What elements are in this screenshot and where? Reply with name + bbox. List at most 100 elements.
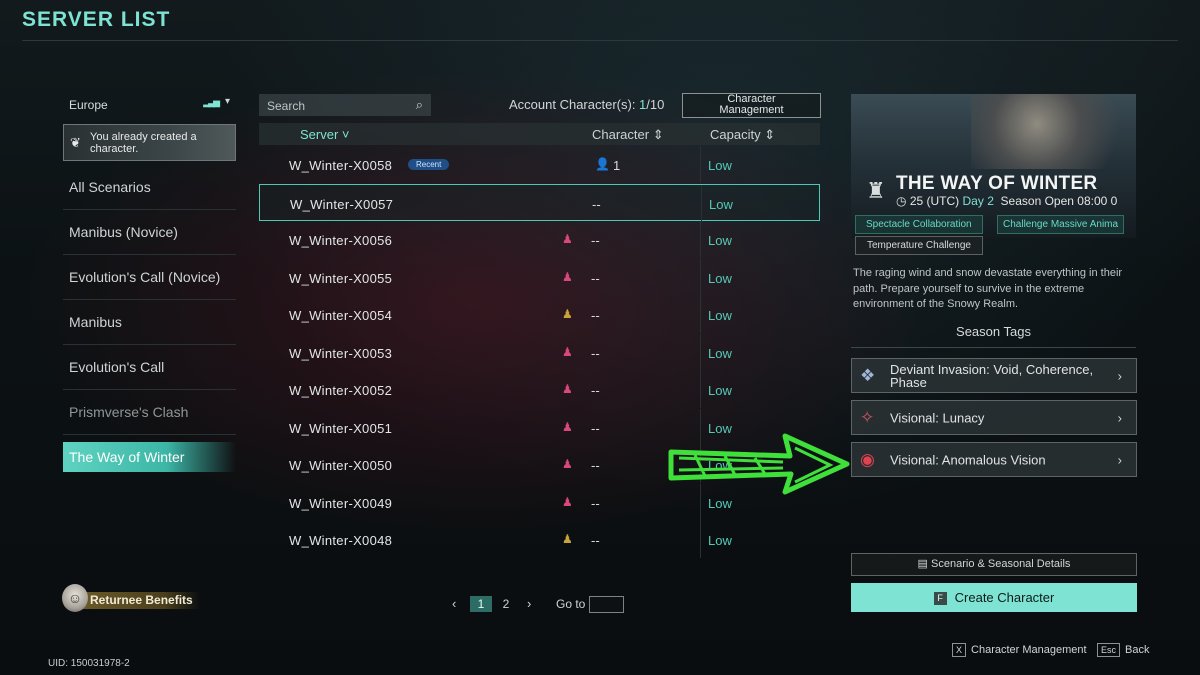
character-count: -- (591, 270, 600, 286)
capacity-value: Low (708, 308, 732, 323)
clock-icon: ◷ (896, 194, 907, 208)
scenario-label: Evolution's Call (69, 359, 165, 375)
hint-key: X (952, 643, 967, 657)
character-count: -- (591, 345, 600, 361)
scenario-figure-icon: ♟ (562, 419, 573, 434)
scenario-evolutions-call-novice[interactable]: Evolution's Call (Novice) (63, 255, 236, 300)
table-row[interactable]: W_Winter-X0056 ♟ -- Low (259, 221, 820, 258)
region-label: Europe (69, 98, 108, 112)
returnee-label: Returnee Benefits (90, 593, 193, 607)
scenario-label: Manibus (Novice) (69, 224, 178, 240)
character-created-notice: ❦ You already created a character. (63, 124, 236, 161)
table-row[interactable]: W_Winter-X0057 -- Low (259, 183, 820, 222)
scenario-figure-icon: ♟ (562, 307, 573, 321)
server-name: W_Winter-X0048 (289, 533, 393, 548)
season-tag-chip: Spectacle Collaboration (855, 215, 983, 234)
scenario-figure-icon: ♟ (562, 382, 573, 396)
scenario-manibus-novice[interactable]: Manibus (Novice) (63, 210, 236, 255)
pagination: ‹ 1 2 › Go to (450, 596, 630, 614)
season-tag-visional-lunacy[interactable]: ✧ Visional: Lunacy › (851, 400, 1137, 435)
character-count: -- (592, 196, 601, 212)
details-icon: ▤ (917, 558, 928, 570)
season-tag-visional-anomalous-vision[interactable]: ◉ Visional: Anomalous Vision › (851, 442, 1137, 477)
season-time: 25 (UTC) (909, 194, 960, 208)
season-tag-label: Visional: Anomalous Vision (890, 452, 1046, 467)
capacity-value: Low (708, 345, 732, 361)
table-row[interactable]: W_Winter-X0054 ♟ -- Low (259, 296, 820, 333)
character-count: -- (591, 420, 600, 436)
returnee-benefits-button[interactable]: ☺ Returnee Benefits (60, 584, 210, 614)
table-row[interactable]: W_Winter-X0058 Recent 👤 1 Low (259, 146, 820, 183)
lunacy-icon: ✧ (860, 407, 875, 427)
season-tag-label: Visional: Lunacy (890, 410, 985, 425)
capacity-value: Low (708, 233, 732, 248)
signal-icon: ▂▃▅ (203, 97, 220, 107)
column-divider (700, 521, 701, 558)
scenario-evolutions-call[interactable]: Evolution's Call (63, 345, 236, 390)
create-character-button[interactable]: F Create Character (851, 583, 1137, 612)
server-name: W_Winter-X0055 (289, 270, 393, 286)
server-name: W_Winter-X0049 (289, 495, 393, 511)
scenario-all[interactable]: All Scenarios (63, 165, 236, 210)
scenario-label: All Scenarios (69, 179, 151, 195)
scenario-the-way-of-winter[interactable]: The Way of Winter (63, 442, 236, 472)
scenario-figure-icon: ♟ (562, 344, 573, 359)
season-tag-chip: Temperature Challenge (855, 236, 983, 255)
chevron-right-icon: › (1117, 410, 1122, 425)
column-divider (700, 371, 701, 408)
server-name: W_Winter-X0051 (289, 420, 393, 436)
returnee-avatar-icon: ☺ (62, 584, 88, 612)
hint-character-management[interactable]: X Character Management (952, 643, 1087, 657)
season-tag-deviant-invasion[interactable]: ❖ Deviant Invasion: Void, Coherence, Pha… (851, 358, 1137, 393)
scenario-details-button[interactable]: ▤ Scenario & Seasonal Details (851, 553, 1137, 576)
table-row[interactable]: W_Winter-X0048 ♟ -- Low (259, 521, 820, 558)
table-row[interactable]: W_Winter-X0053 ♟ -- Low (259, 333, 820, 371)
capacity-value: Low (708, 270, 732, 286)
character-count: -- (591, 308, 600, 323)
region-dropdown[interactable]: Europe ▂▃▅ ▾ (64, 94, 236, 116)
search-input[interactable]: Search ⌕ (259, 94, 431, 116)
season-emblem-icon: ♜ (866, 178, 886, 203)
next-page-icon[interactable]: › (527, 596, 531, 611)
hint-label: Character Management (971, 644, 1087, 656)
season-info: ◷ 25 (UTC) Day 2 Season Open 08:00 0 (896, 194, 1117, 208)
scenario-figure-icon: ♟ (562, 232, 573, 246)
create-key-hint: F (933, 592, 947, 605)
hint-back[interactable]: Esc Back (1097, 643, 1149, 657)
page-2-button[interactable]: 2 (495, 596, 517, 612)
page-title: SERVER LIST (22, 8, 171, 31)
column-divider (700, 258, 701, 296)
server-name: W_Winter-X0050 (289, 458, 393, 473)
column-divider (700, 333, 701, 371)
column-divider (700, 221, 701, 258)
server-name: W_Winter-X0056 (289, 233, 393, 248)
goto-page-input[interactable] (589, 596, 624, 613)
scenario-manibus[interactable]: Manibus (63, 300, 236, 345)
header-divider (22, 40, 1178, 41)
character-column-header[interactable]: Character ⇕ (592, 127, 664, 143)
hint-label: Back (1125, 644, 1150, 656)
annotation-arrow-icon (668, 433, 850, 495)
recent-badge: Recent (408, 159, 450, 170)
season-tag-label: Deviant Invasion: Void, Coherence, Phase (890, 361, 1094, 390)
server-column-header[interactable]: Server ˅ (300, 127, 350, 142)
butterfly-icon: ❦ (70, 135, 81, 150)
server-name: W_Winter-X0052 (289, 383, 393, 398)
goto-label: Go to (556, 597, 586, 611)
search-icon: ⌕ (415, 97, 423, 112)
capacity-column-header[interactable]: Capacity ⇕ (710, 127, 775, 143)
scenario-figure-icon: ♟ (562, 269, 573, 284)
scenario-figure-icon: ♟ (562, 457, 573, 471)
table-row[interactable]: W_Winter-X0055 ♟ -- Low (259, 258, 820, 296)
character-management-button[interactable]: Character Management (682, 93, 821, 118)
uid-text: UID: 150031978-2 (48, 658, 130, 669)
character-count: -- (591, 383, 600, 398)
scenario-label: Evolution's Call (Novice) (69, 269, 221, 285)
notice-text: You already created a character. (90, 131, 197, 155)
table-row[interactable]: W_Winter-X0052 ♟ -- Low (259, 371, 820, 408)
capacity-value: Low (708, 158, 732, 173)
server-table-header: Server ˅ Character ⇕ Capacity ⇕ (259, 123, 820, 145)
prev-page-icon[interactable]: ‹ (452, 596, 456, 611)
scenario-prismverses-clash[interactable]: Prismverse's Clash (63, 390, 236, 435)
page-1-button[interactable]: 1 (470, 596, 492, 612)
